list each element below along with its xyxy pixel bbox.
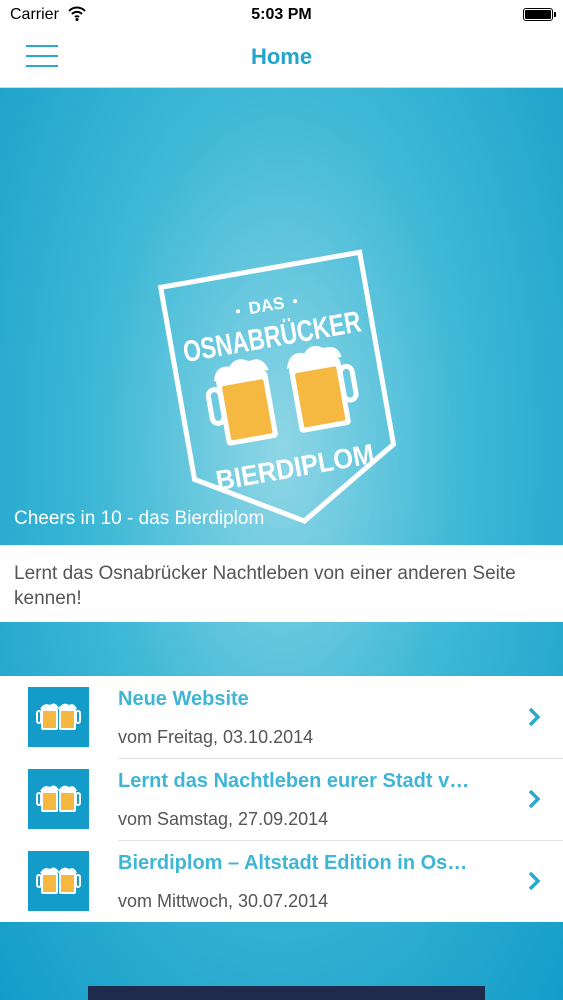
navigation-bar: Home	[0, 30, 563, 88]
beer-mug-icon	[286, 346, 359, 433]
news-list: Neue Website vom Freitag, 03.10.2014 Ler…	[0, 676, 563, 922]
intro-panel: Lernt das Osnabrücker Nachtleben von ein…	[0, 545, 563, 622]
beer-mugs-thumbnail-icon	[28, 769, 89, 829]
chevron-right-icon	[528, 707, 541, 727]
battery-icon	[523, 8, 556, 21]
hero-caption: Cheers in 10 - das Bierdiplom	[14, 508, 265, 529]
news-title: Bierdiplom – Altstadt Edition in Os…	[118, 852, 468, 874]
news-item[interactable]: Lernt das Nachtleben eurer Stadt v… vom …	[0, 758, 563, 840]
status-time: 5:03 PM	[251, 6, 312, 23]
badge-text-top: DAS	[247, 293, 286, 318]
news-date: vom Mittwoch, 30.07.2014	[118, 891, 329, 911]
intro-text: Lernt das Osnabrücker Nachtleben von ein…	[14, 563, 516, 609]
bottom-button-edge[interactable]	[88, 986, 485, 1000]
beer-mugs-thumbnail-icon	[28, 687, 89, 747]
status-bar: Carrier 5:03 PM	[0, 0, 563, 30]
beer-mug-icon	[205, 359, 278, 446]
bierdiplom-logo: DAS OSNABRÜCKER BIERDIPLOM	[157, 249, 397, 524]
news-date: vom Freitag, 03.10.2014	[118, 727, 314, 747]
news-title: Neue Website	[118, 688, 249, 710]
news-item[interactable]: Bierdiplom – Altstadt Edition in Os… vom…	[0, 840, 563, 922]
page-title: Home	[250, 44, 313, 69]
beer-mugs-thumbnail-icon	[28, 851, 89, 911]
chevron-right-icon	[528, 871, 541, 891]
hero-banner[interactable]: DAS OSNABRÜCKER BIERDIPLOM	[0, 88, 563, 544]
news-title: Lernt das Nachtleben eurer Stadt v…	[118, 770, 470, 792]
news-item[interactable]: Neue Website vom Freitag, 03.10.2014	[0, 676, 563, 758]
chevron-right-icon	[528, 789, 541, 809]
news-date: vom Samstag, 27.09.2014	[118, 809, 329, 829]
badge-text-bottom: BIERDIPLOM	[214, 438, 377, 496]
